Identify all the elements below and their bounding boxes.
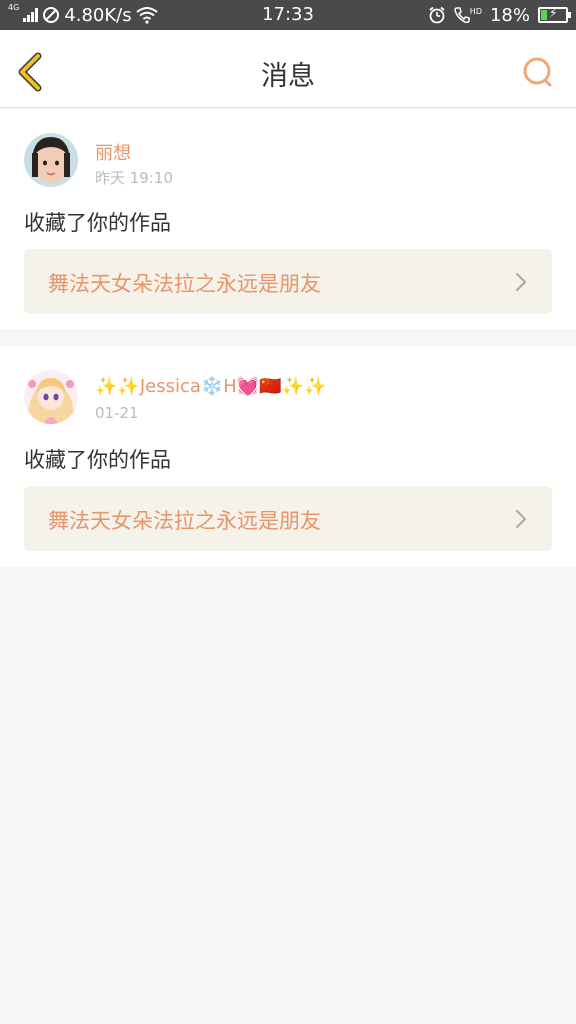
chevron-right-icon (515, 509, 527, 529)
hd-call-icon: HD (454, 6, 482, 24)
signal-icon (23, 8, 39, 22)
avatar[interactable] (24, 370, 78, 424)
alarm-icon (429, 6, 445, 24)
search-icon (523, 57, 552, 87)
battery-icon: ⚡ (538, 6, 571, 23)
timestamp: 01-21 (95, 404, 139, 422)
wifi-icon (136, 7, 158, 24)
timestamp: 昨天 19:10 (95, 169, 173, 187)
action-text: 收藏了你的作品 (24, 448, 171, 472)
action-text: 收藏了你的作品 (24, 211, 171, 235)
chevron-right-icon (515, 272, 527, 292)
work-link[interactable]: 舞法天女朵法拉之永远是朋友 (24, 486, 552, 551)
username[interactable]: 丽想 (95, 139, 131, 165)
search-button[interactable] (522, 56, 554, 88)
status-right: HD 18% ⚡ (428, 0, 571, 30)
network-type: 4G (8, 3, 20, 12)
work-link[interactable]: 舞法天女朵法拉之永远是朋友 (24, 249, 552, 314)
message-card: 丽想 昨天 19:10 收藏了你的作品 舞法天女朵法拉之永远是朋友 (0, 109, 576, 329)
hd-label: HD (469, 7, 482, 16)
nav-bar: 消息 (0, 30, 576, 108)
work-title: 舞法天女朵法拉之永远是朋友 (48, 509, 321, 533)
work-title: 舞法天女朵法拉之永远是朋友 (48, 272, 321, 296)
status-left: 4G 4.80K/s (8, 0, 158, 30)
status-bar: 4G 4.80K/s 17:33 HD 18% ⚡ (0, 0, 576, 30)
no-sim-icon (43, 7, 60, 23)
battery-percent: 18% (489, 4, 530, 26)
page-title: 消息 (261, 61, 315, 92)
avatar[interactable] (24, 133, 78, 187)
message-card: ✨✨Jessica❄️H💓🇨🇳✨✨ 01-21 收藏了你的作品 舞法天女朵法拉之… (0, 346, 576, 567)
network-speed: 4.80K/s (64, 4, 132, 26)
username[interactable]: ✨✨Jessica❄️H💓🇨🇳✨✨ (95, 376, 327, 397)
